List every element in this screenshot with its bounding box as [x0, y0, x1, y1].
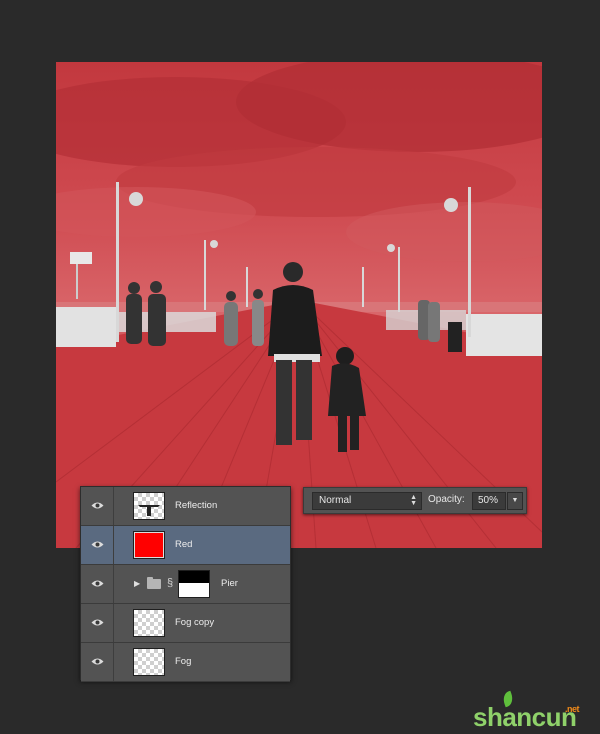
canvas-photo[interactable]	[56, 62, 542, 548]
disclosure-triangle-icon[interactable]: ▶	[134, 579, 140, 588]
layer-thumbnail	[133, 492, 165, 520]
layer-row-pier[interactable]: ▶ § Pier	[81, 565, 290, 604]
chain-link-icon[interactable]: §	[167, 577, 173, 589]
layer-thumbnail	[133, 648, 165, 676]
blend-mode-select[interactable]: Normal ▲ ▼	[312, 492, 422, 510]
layer-name: Fog	[175, 656, 192, 667]
layer-options-bar: Normal ▲ ▼ Opacity: 50% ▼	[303, 487, 527, 514]
chevron-down-icon: ▼	[511, 497, 519, 504]
watermark-logo: shancun .net	[473, 702, 580, 733]
opacity-dropdown-button[interactable]: ▼	[507, 492, 523, 510]
eye-icon	[91, 658, 104, 665]
opacity-label: Opacity:	[428, 494, 465, 505]
layer-row-fog-copy[interactable]: Fog copy	[81, 604, 290, 643]
layer-thumbnail	[133, 609, 165, 637]
visibility-toggle[interactable]	[81, 526, 114, 564]
reflection-thumb-graphic	[138, 505, 160, 516]
visibility-toggle[interactable]	[81, 643, 114, 681]
pier-scene	[56, 62, 542, 548]
eye-icon	[91, 502, 104, 509]
watermark-text: shancun	[473, 702, 577, 732]
layer-row-reflection[interactable]: Reflection	[81, 487, 290, 526]
blend-mode-value: Normal	[319, 495, 352, 506]
updown-arrows-icon: ▲ ▼	[410, 494, 417, 507]
layer-thumbnail	[133, 531, 165, 559]
watermark-suffix: .net	[565, 704, 580, 714]
eye-icon	[91, 619, 104, 626]
eye-icon	[91, 580, 104, 587]
layer-name: Red	[175, 539, 193, 550]
layer-name: Fog copy	[175, 617, 215, 628]
layer-name: Reflection	[175, 500, 218, 511]
visibility-toggle[interactable]	[81, 565, 114, 603]
mask-thumbnail[interactable]	[178, 570, 210, 598]
layer-row-red[interactable]: Red	[81, 526, 290, 565]
layer-row-fog[interactable]: Fog	[81, 643, 290, 682]
layer-name: Pier	[221, 578, 238, 589]
visibility-toggle[interactable]	[81, 604, 114, 642]
eye-icon	[91, 541, 104, 548]
layers-panel: Reflection Red ▶ § Pier Fog copy Fog	[80, 486, 291, 682]
visibility-toggle[interactable]	[81, 487, 114, 525]
folder-icon	[147, 577, 161, 589]
opacity-input[interactable]: 50%	[472, 492, 506, 510]
